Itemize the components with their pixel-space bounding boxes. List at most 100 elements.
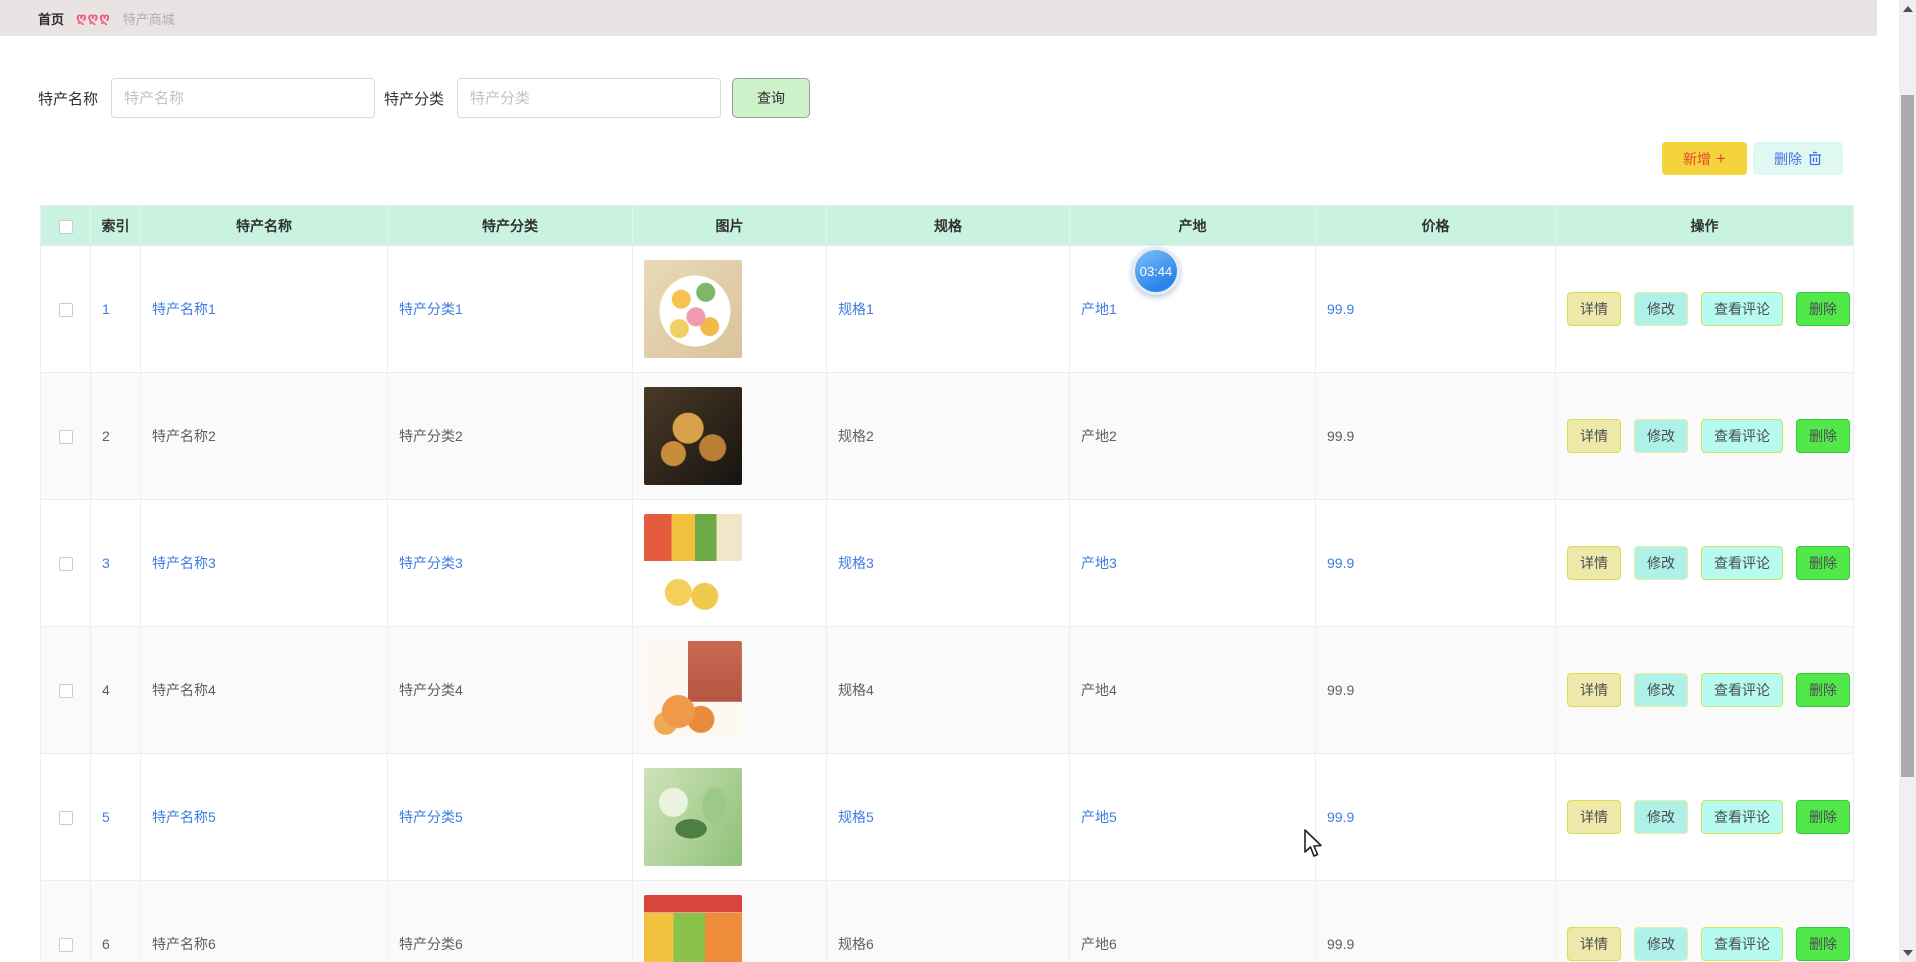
row-checkbox[interactable] (58, 938, 73, 953)
cell-origin: 产地6 (1081, 936, 1117, 952)
view-comments-button[interactable]: 查看评论 (1701, 546, 1783, 580)
row-checkbox[interactable] (58, 811, 73, 826)
breadcrumb-home[interactable]: 首页 (38, 9, 64, 28)
row-actions: 详情 修改 查看评论 删除 (1567, 800, 1853, 834)
cell-spec[interactable]: 规格3 (838, 555, 874, 571)
row-checkbox[interactable] (58, 430, 73, 445)
table-header-row: 索引 特产名称 特产分类 图片 规格 产地 价格 操作 (40, 205, 1854, 246)
cell-origin: 产地4 (1081, 682, 1117, 698)
product-image (644, 641, 742, 739)
add-button-label: 新增 (1683, 150, 1712, 167)
row-delete-button[interactable]: 删除 (1796, 292, 1850, 326)
scrollbar-down-arrow[interactable] (1903, 950, 1913, 956)
cell-index[interactable]: 5 (102, 809, 110, 825)
edit-button[interactable]: 修改 (1634, 419, 1688, 453)
product-name-input[interactable] (111, 78, 376, 118)
row-actions: 详情 修改 查看评论 删除 (1567, 673, 1853, 707)
product-category-label: 特产分类 (384, 90, 445, 108)
scrollbar-up-arrow[interactable] (1903, 6, 1913, 12)
cell-category: 特产分类4 (399, 682, 463, 698)
cell-origin[interactable]: 产地1 (1081, 301, 1117, 317)
scrollbar[interactable] (1899, 0, 1916, 962)
cell-name[interactable]: 特产名称5 (152, 809, 216, 825)
select-all-checkbox[interactable] (58, 219, 73, 234)
cell-price[interactable]: 99.9 (1327, 809, 1354, 825)
cell-price: 99.9 (1327, 682, 1355, 698)
cell-origin[interactable]: 产地5 (1081, 809, 1117, 825)
cell-spec[interactable]: 规格1 (838, 301, 874, 317)
edit-button[interactable]: 修改 (1634, 927, 1688, 961)
breadcrumb-separator-hearts: ღღღ (76, 10, 111, 25)
cell-spec: 规格2 (838, 428, 874, 444)
scrollbar-thumb[interactable] (1901, 95, 1914, 777)
cell-index[interactable]: 3 (102, 555, 110, 571)
product-image (644, 514, 742, 612)
table-row: 4 特产名称4 特产分类4 规格4 产地4 99.9 详情 修改 查看评论 删除 (40, 626, 1854, 754)
delete-selected-label: 删除 (1774, 150, 1802, 167)
row-delete-button[interactable]: 删除 (1796, 800, 1850, 834)
detail-button[interactable]: 详情 (1567, 800, 1621, 834)
trash-icon (1809, 151, 1821, 166)
header-name: 特产名称 (140, 205, 388, 246)
detail-button[interactable]: 详情 (1567, 419, 1621, 453)
timer-badge[interactable]: 03:44 (1132, 247, 1180, 295)
detail-button[interactable]: 详情 (1567, 292, 1621, 326)
table-row: 3 特产名称3 特产分类3 规格3 产地3 99.9 详情 修改 查看评论 删除 (40, 499, 1854, 627)
cell-name[interactable]: 特产名称1 (152, 301, 216, 317)
view-comments-button[interactable]: 查看评论 (1701, 927, 1783, 961)
cell-category[interactable]: 特产分类5 (399, 809, 463, 825)
row-checkbox[interactable] (58, 557, 73, 572)
cell-price: 99.9 (1327, 428, 1355, 444)
cell-price[interactable]: 99.9 (1327, 555, 1354, 571)
cell-index[interactable]: 1 (102, 301, 110, 317)
breadcrumb: 首页 ღღღ 特产商城 (0, 0, 1877, 36)
cell-name[interactable]: 特产名称3 (152, 555, 216, 571)
view-comments-button[interactable]: 查看评论 (1701, 419, 1783, 453)
detail-button[interactable]: 详情 (1567, 927, 1621, 961)
product-image (644, 895, 742, 962)
edit-button[interactable]: 修改 (1634, 673, 1688, 707)
row-actions: 详情 修改 查看评论 删除 (1567, 546, 1853, 580)
row-delete-button[interactable]: 删除 (1796, 927, 1850, 961)
products-table: 索引 特产名称 特产分类 图片 规格 产地 价格 操作 1 特产名称1 特产分类… (40, 205, 1854, 962)
cell-category[interactable]: 特产分类3 (399, 555, 463, 571)
row-checkbox[interactable] (58, 303, 73, 318)
row-delete-button[interactable]: 删除 (1796, 673, 1850, 707)
row-checkbox[interactable] (58, 684, 73, 699)
view-comments-button[interactable]: 查看评论 (1701, 292, 1783, 326)
product-category-input[interactable] (457, 78, 722, 118)
view-comments-button[interactable]: 查看评论 (1701, 800, 1783, 834)
cell-spec[interactable]: 规格5 (838, 809, 874, 825)
header-origin: 产地 (1069, 205, 1316, 246)
search-form: 特产名称 特产分类 查询 (38, 78, 1916, 118)
row-actions: 详情 修改 查看评论 删除 (1567, 419, 1853, 453)
view-comments-button[interactable]: 查看评论 (1701, 673, 1783, 707)
edit-button[interactable]: 修改 (1634, 800, 1688, 834)
cell-spec: 规格4 (838, 682, 874, 698)
table-row: 5 特产名称5 特产分类5 规格5 产地5 99.9 详情 修改 查看评论 删除 (40, 753, 1854, 881)
row-delete-button[interactable]: 删除 (1796, 546, 1850, 580)
cell-index: 2 (102, 428, 110, 444)
header-index: 索引 (90, 205, 141, 246)
row-actions: 详情 修改 查看评论 删除 (1567, 927, 1853, 961)
edit-button[interactable]: 修改 (1634, 546, 1688, 580)
cell-name: 特产名称6 (152, 936, 216, 952)
delete-selected-button[interactable]: 删除 (1753, 142, 1843, 175)
cell-name: 特产名称4 (152, 682, 216, 698)
detail-button[interactable]: 详情 (1567, 673, 1621, 707)
row-delete-button[interactable]: 删除 (1796, 419, 1850, 453)
table-toolbar: 新增 + 删除 (40, 142, 1853, 175)
cell-origin[interactable]: 产地3 (1081, 555, 1117, 571)
cell-category[interactable]: 特产分类1 (399, 301, 463, 317)
cell-category: 特产分类2 (399, 428, 463, 444)
edit-button[interactable]: 修改 (1634, 292, 1688, 326)
detail-button[interactable]: 详情 (1567, 546, 1621, 580)
cell-price: 99.9 (1327, 936, 1355, 952)
header-image: 图片 (632, 205, 827, 246)
cell-price[interactable]: 99.9 (1327, 301, 1354, 317)
product-name-label: 特产名称 (38, 90, 99, 108)
cell-name: 特产名称2 (152, 428, 216, 444)
add-button[interactable]: 新增 + (1662, 142, 1747, 175)
query-button[interactable]: 查询 (732, 78, 811, 118)
table-row: 1 特产名称1 特产分类1 规格1 产地1 99.9 详情 修改 查看评论 删除 (40, 245, 1854, 373)
